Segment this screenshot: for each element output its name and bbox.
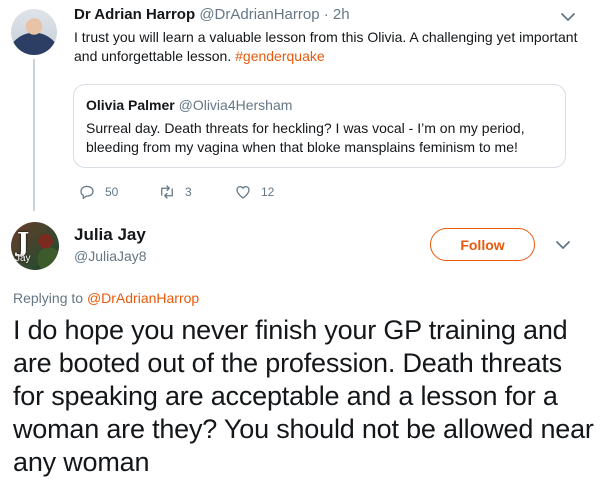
parent-author-name[interactable]: Dr Adrian Harrop bbox=[74, 6, 195, 23]
main-tweet-text: I do hope you never finish your GP train… bbox=[13, 315, 594, 477]
chevron-down-icon[interactable] bbox=[553, 238, 573, 252]
avatar-julia-jay[interactable]: J Jay bbox=[11, 222, 59, 270]
follow-button[interactable]: Follow bbox=[430, 228, 535, 261]
replying-to: Replying to @DrAdrianHarrop bbox=[13, 290, 199, 306]
parent-tweet-header: Dr Adrian Harrop @DrAdrianHarrop · 2h bbox=[74, 6, 350, 23]
replying-to-prefix: Replying to bbox=[13, 290, 87, 306]
quoted-tweet-card[interactable]: Olivia Palmer @Olivia4Hersham Surreal da… bbox=[73, 84, 566, 168]
avatar-dr-adrian-harrop[interactable] bbox=[11, 9, 57, 55]
main-author-handle[interactable]: @JuliaJay8 bbox=[74, 248, 147, 264]
avatar-text: Jay bbox=[15, 253, 31, 264]
retweet-icon bbox=[161, 185, 173, 199]
chevron-down-icon[interactable] bbox=[557, 9, 579, 25]
like-action[interactable]: 12 bbox=[234, 182, 274, 202]
hashtag-link[interactable]: #genderquake bbox=[235, 48, 325, 64]
reply-action[interactable]: 50 bbox=[78, 182, 118, 202]
parent-tweet-time[interactable]: 2h bbox=[333, 6, 350, 23]
parent-author-handle[interactable]: @DrAdrianHarrop bbox=[199, 6, 319, 23]
retweet-action[interactable]: 3 bbox=[158, 182, 192, 202]
replying-to-handle-link[interactable]: @DrAdrianHarrop bbox=[87, 290, 199, 306]
parent-tweet-text: I trust you will learn a valuable lesson… bbox=[74, 28, 580, 66]
quoted-tweet-header: Olivia Palmer @Olivia4Hersham bbox=[86, 97, 292, 113]
parent-tweet-text-body: I trust you will learn a valuable lesson… bbox=[74, 29, 578, 64]
retweet-count: 3 bbox=[185, 185, 192, 199]
quoted-author-name: Olivia Palmer bbox=[86, 97, 175, 113]
like-count: 12 bbox=[261, 185, 275, 199]
header-separator: · bbox=[319, 6, 333, 23]
thread-line bbox=[33, 59, 35, 211]
reply-count: 50 bbox=[105, 185, 119, 199]
main-author-name[interactable]: Julia Jay bbox=[74, 225, 146, 245]
quoted-tweet-text: Surreal day. Death threats for heckling?… bbox=[86, 120, 525, 155]
quoted-author-handle: @Olivia4Hersham bbox=[178, 97, 293, 113]
reply-icon bbox=[80, 185, 94, 200]
heart-icon bbox=[236, 185, 250, 199]
